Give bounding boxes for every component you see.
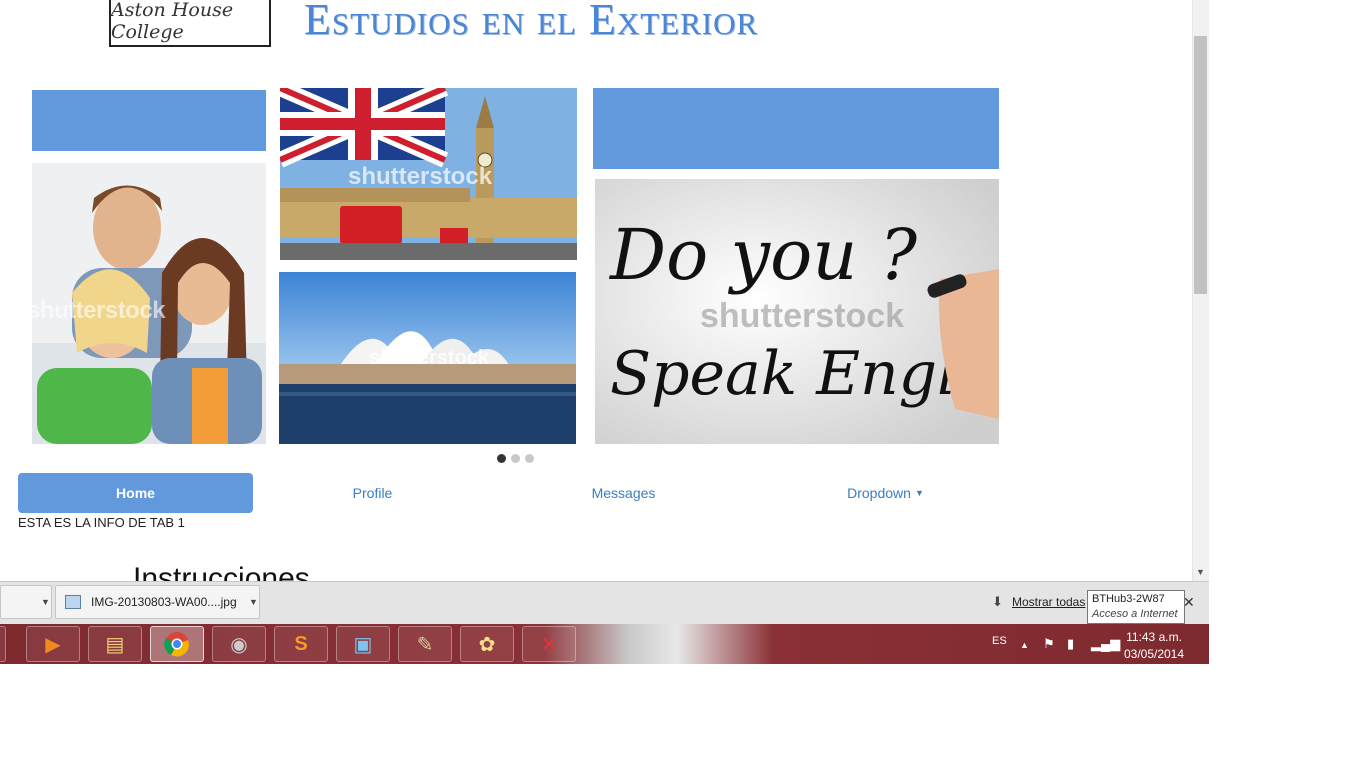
dropdown-arrow-icon[interactable]: ▼ xyxy=(249,597,258,607)
carousel-dot-1[interactable] xyxy=(497,454,506,463)
college-logo[interactable]: Aston House College xyxy=(109,0,271,47)
sign-text-line2: Speak English xyxy=(610,339,999,409)
network-tooltip: BTHub3-2W87 Acceso a Internet xyxy=(1087,590,1185,624)
tab-profile[interactable]: Profile xyxy=(255,473,490,513)
file-explorer-icon[interactable]: ▤ xyxy=(88,626,142,662)
download-arrow-icon: ⬇ xyxy=(992,594,1003,609)
app-icon[interactable]: ■ xyxy=(0,626,6,662)
students-photo: shutterstock xyxy=(32,163,266,444)
tab-home[interactable]: Home xyxy=(18,473,253,513)
dropdown-arrow-icon[interactable]: ▼ xyxy=(41,597,50,607)
paint-icon[interactable]: ✿ xyxy=(460,626,514,662)
speak-english-photo: Do you ? Speak English shutterstock xyxy=(595,179,999,444)
media-player-icon[interactable]: ▶ xyxy=(26,626,80,662)
photo-viewer-icon[interactable]: ▣ xyxy=(336,626,390,662)
show-hidden-icons-icon[interactable]: ▲ xyxy=(1020,640,1029,650)
gimp-icon[interactable]: ✎ xyxy=(398,626,452,662)
scrollbar-thumb[interactable] xyxy=(1194,36,1207,294)
watermark-text: shutterstock xyxy=(369,347,490,369)
download-file-name: IMG-20130803-WA00....jpg xyxy=(91,595,237,609)
blue-banner-left xyxy=(32,90,266,151)
tab-messages[interactable]: Messages xyxy=(506,473,741,513)
london-photo: shutterstock xyxy=(280,88,577,260)
tab-dropdown[interactable]: Dropdown ▼ xyxy=(768,473,1003,513)
wifi-signal-icon[interactable]: ▂▄▆ xyxy=(1091,636,1120,652)
watermark-text: shutterstock xyxy=(348,163,493,190)
web-page: Aston House College Estudios en el Exter… xyxy=(0,0,1192,581)
watermark-text: shutterstock xyxy=(32,297,166,324)
tooltip-network-name: BTHub3-2W87 xyxy=(1092,593,1165,605)
camera-icon[interactable]: ◉ xyxy=(212,626,266,662)
clock-time[interactable]: 11:43 a.m. xyxy=(1121,630,1187,644)
carousel-dot-2[interactable] xyxy=(511,454,520,463)
logo-text: Aston House College xyxy=(111,0,234,43)
tab-content-text: ESTA ES LA INFO DE TAB 1 xyxy=(18,515,185,530)
show-all-downloads-link[interactable]: Mostrar todas xyxy=(1012,595,1085,609)
action-center-flag-icon[interactable]: ⚑ xyxy=(1043,636,1055,652)
sign-text-line1: Do you ? xyxy=(608,214,918,296)
sydney-opera-house-photo: shutterstock xyxy=(279,272,576,444)
scroll-down-arrow-icon[interactable]: ▼ xyxy=(1192,564,1209,580)
acrobat-icon[interactable]: ✕ xyxy=(522,626,576,662)
sublime-text-icon[interactable]: S xyxy=(274,626,328,662)
page-title: Estudios en el Exterior xyxy=(304,0,759,44)
blue-banner-right xyxy=(593,88,999,169)
carousel-dot-3[interactable] xyxy=(525,454,534,463)
watermark-text: shutterstock xyxy=(700,297,904,335)
language-indicator[interactable]: ES xyxy=(992,635,1007,647)
tab-dropdown-label: Dropdown xyxy=(847,485,911,501)
download-item-previous[interactable]: ▼ xyxy=(0,585,52,619)
caret-down-icon: ▼ xyxy=(914,488,924,498)
close-downloads-bar-icon[interactable]: ✕ xyxy=(1183,594,1195,611)
power-icon[interactable]: ▮ xyxy=(1067,636,1074,652)
image-file-icon xyxy=(65,595,81,609)
section-heading: Instrucciones xyxy=(133,562,310,581)
chrome-icon[interactable] xyxy=(150,626,204,662)
clock-date[interactable]: 03/05/2014 xyxy=(1121,647,1187,661)
tooltip-network-status: Acceso a Internet xyxy=(1092,608,1178,620)
